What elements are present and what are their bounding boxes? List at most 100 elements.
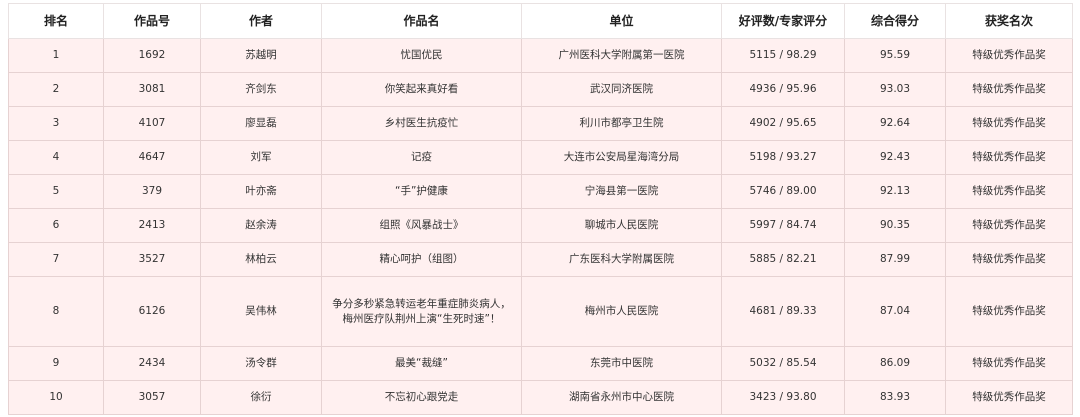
cell-award: 特级优秀作品奖 — [945, 346, 1073, 381]
header-award: 获奖名次 — [945, 3, 1073, 39]
cell-author: 徐衍 — [200, 380, 322, 415]
cell-rank: 3 — [8, 106, 104, 141]
cell-total-score: 92.13 — [844, 174, 946, 209]
table-row: 1 1692 苏越明 忧国优民 广州医科大学附属第一医院 5115 / 98.2… — [8, 38, 1073, 73]
cell-award: 特级优秀作品奖 — [945, 380, 1073, 415]
table-row: 2 3081 齐剑东 你笑起来真好看 武汉同济医院 4936 / 95.96 9… — [8, 72, 1073, 107]
cell-work-id: 2413 — [103, 208, 201, 243]
cell-work-id: 379 — [103, 174, 201, 209]
cell-rank: 2 — [8, 72, 104, 107]
cell-award: 特级优秀作品奖 — [945, 242, 1073, 277]
cell-work-id: 4107 — [103, 106, 201, 141]
table-row: 3 4107 廖显磊 乡村医生抗疫忙 利川市都亭卫生院 4902 / 95.65… — [8, 106, 1073, 141]
cell-rank: 10 — [8, 380, 104, 415]
cell-votes-score: 5885 / 82.21 — [721, 242, 845, 277]
cell-organization: 聊城市人民医院 — [521, 208, 722, 243]
cell-work-title: 记疫 — [321, 140, 522, 175]
cell-author: 吴伟林 — [200, 276, 322, 347]
header-rank: 排名 — [8, 3, 104, 39]
cell-total-score: 92.43 — [844, 140, 946, 175]
header-total-score: 综合得分 — [844, 3, 946, 39]
award-results-table: 排名 作品号 作者 作品名 单位 好评数/专家评分 综合得分 获奖名次 1 16… — [8, 3, 1073, 415]
cell-total-score: 86.09 — [844, 346, 946, 381]
cell-author: 林柏云 — [200, 242, 322, 277]
cell-work-id: 3527 — [103, 242, 201, 277]
cell-votes-score: 5746 / 89.00 — [721, 174, 845, 209]
cell-award: 特级优秀作品奖 — [945, 208, 1073, 243]
cell-organization: 广州医科大学附属第一医院 — [521, 38, 722, 73]
cell-work-title: 乡村医生抗疫忙 — [321, 106, 522, 141]
header-work-id: 作品号 — [103, 3, 201, 39]
cell-total-score: 95.59 — [844, 38, 946, 73]
cell-author: 苏越明 — [200, 38, 322, 73]
table-header-row: 排名 作品号 作者 作品名 单位 好评数/专家评分 综合得分 获奖名次 — [8, 3, 1073, 39]
cell-work-title: 你笑起来真好看 — [321, 72, 522, 107]
cell-author: 汤令群 — [200, 346, 322, 381]
cell-work-title: 争分多秒紧急转运老年重症肺炎病人，梅州医疗队荆州上演“生死时速”！ — [321, 276, 522, 347]
cell-work-id: 1692 — [103, 38, 201, 73]
cell-work-id: 3081 — [103, 72, 201, 107]
cell-author: 叶亦斋 — [200, 174, 322, 209]
cell-award: 特级优秀作品奖 — [945, 38, 1073, 73]
cell-work-id: 3057 — [103, 380, 201, 415]
table-row: 7 3527 林柏云 精心呵护（组图） 广东医科大学附属医院 5885 / 82… — [8, 242, 1073, 277]
cell-total-score: 92.64 — [844, 106, 946, 141]
table-row: 4 4647 刘军 记疫 大连市公安局星海湾分局 5198 / 93.27 92… — [8, 140, 1073, 175]
results-table-container: 排名 作品号 作者 作品名 单位 好评数/专家评分 综合得分 获奖名次 1 16… — [8, 3, 1073, 415]
table-row: 9 2434 汤令群 最美“裁缝” 东莞市中医院 5032 / 85.54 86… — [8, 346, 1073, 381]
cell-total-score: 87.04 — [844, 276, 946, 347]
cell-votes-score: 4681 / 89.33 — [721, 276, 845, 347]
header-work-title: 作品名 — [321, 3, 522, 39]
cell-author: 刘军 — [200, 140, 322, 175]
cell-award: 特级优秀作品奖 — [945, 72, 1073, 107]
cell-total-score: 90.35 — [844, 208, 946, 243]
table-row: 8 6126 吴伟林 争分多秒紧急转运老年重症肺炎病人，梅州医疗队荆州上演“生死… — [8, 276, 1073, 347]
cell-total-score: 93.03 — [844, 72, 946, 107]
cell-award: 特级优秀作品奖 — [945, 106, 1073, 141]
cell-votes-score: 5198 / 93.27 — [721, 140, 845, 175]
cell-award: 特级优秀作品奖 — [945, 140, 1073, 175]
cell-organization: 大连市公安局星海湾分局 — [521, 140, 722, 175]
cell-total-score: 87.99 — [844, 242, 946, 277]
cell-organization: 广东医科大学附属医院 — [521, 242, 722, 277]
header-author: 作者 — [200, 3, 322, 39]
header-organization: 单位 — [521, 3, 722, 39]
cell-votes-score: 4936 / 95.96 — [721, 72, 845, 107]
cell-rank: 9 — [8, 346, 104, 381]
cell-organization: 宁海县第一医院 — [521, 174, 722, 209]
cell-work-title: 组照《风暴战士》 — [321, 208, 522, 243]
cell-votes-score: 4902 / 95.65 — [721, 106, 845, 141]
cell-work-title: 不忘初心跟党走 — [321, 380, 522, 415]
cell-work-title: 最美“裁缝” — [321, 346, 522, 381]
cell-organization: 湖南省永州市中心医院 — [521, 380, 722, 415]
table-row: 5 379 叶亦斋 “手”护健康 宁海县第一医院 5746 / 89.00 92… — [8, 174, 1073, 209]
cell-award: 特级优秀作品奖 — [945, 276, 1073, 347]
cell-work-title: “手”护健康 — [321, 174, 522, 209]
cell-votes-score: 3423 / 93.80 — [721, 380, 845, 415]
cell-votes-score: 5115 / 98.29 — [721, 38, 845, 73]
cell-author: 廖显磊 — [200, 106, 322, 141]
cell-organization: 梅州市人民医院 — [521, 276, 722, 347]
cell-organization: 东莞市中医院 — [521, 346, 722, 381]
cell-rank: 4 — [8, 140, 104, 175]
table-row: 10 3057 徐衍 不忘初心跟党走 湖南省永州市中心医院 3423 / 93.… — [8, 380, 1073, 415]
cell-work-id: 2434 — [103, 346, 201, 381]
cell-organization: 利川市都亭卫生院 — [521, 106, 722, 141]
cell-votes-score: 5997 / 84.74 — [721, 208, 845, 243]
cell-votes-score: 5032 / 85.54 — [721, 346, 845, 381]
table-row: 6 2413 赵余涛 组照《风暴战士》 聊城市人民医院 5997 / 84.74… — [8, 208, 1073, 243]
cell-work-id: 6126 — [103, 276, 201, 347]
cell-rank: 5 — [8, 174, 104, 209]
cell-rank: 6 — [8, 208, 104, 243]
header-votes-score: 好评数/专家评分 — [721, 3, 845, 39]
cell-organization: 武汉同济医院 — [521, 72, 722, 107]
cell-award: 特级优秀作品奖 — [945, 174, 1073, 209]
cell-author: 齐剑东 — [200, 72, 322, 107]
cell-author: 赵余涛 — [200, 208, 322, 243]
cell-rank: 7 — [8, 242, 104, 277]
cell-total-score: 83.93 — [844, 380, 946, 415]
cell-work-title: 精心呵护（组图） — [321, 242, 522, 277]
cell-rank: 8 — [8, 276, 104, 347]
cell-work-title: 忧国优民 — [321, 38, 522, 73]
cell-work-id: 4647 — [103, 140, 201, 175]
